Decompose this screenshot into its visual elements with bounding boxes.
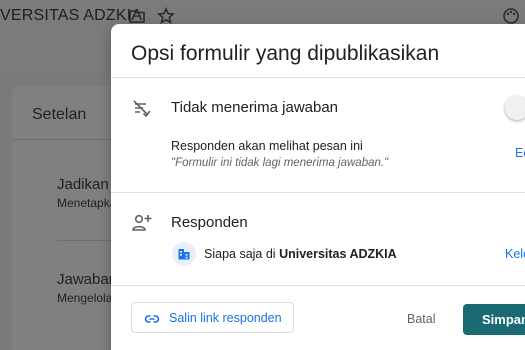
save-button[interactable]: Simpan [463, 304, 525, 335]
settings-item-subtitle: Menetapka [57, 196, 117, 210]
responders-scope-org: Universitas ADZKIA [279, 247, 397, 261]
domain-icon [178, 249, 190, 260]
edit-message-link[interactable]: Ec [515, 146, 525, 160]
settings-divider [12, 139, 112, 140]
star-icon[interactable] [156, 6, 176, 25]
divider [111, 77, 525, 78]
responders-scope-prefix: Siapa saja di [204, 247, 276, 261]
settings-title: Setelan [32, 106, 87, 123]
divider [111, 192, 525, 193]
add-person-icon [131, 212, 153, 234]
divider [111, 285, 525, 286]
link-icon [144, 315, 160, 323]
accept-responses-label: Tidak menerima jawaban [171, 99, 339, 116]
settings-item-title: Jawaban [57, 271, 118, 288]
accept-responses-toggle[interactable] [505, 94, 525, 122]
settings-item-title: Jadikan i [57, 176, 117, 193]
folder-icon[interactable] [128, 7, 146, 25]
toggle-thumb [505, 96, 525, 120]
responses-off-icon [131, 98, 153, 120]
responders-scope: Siapa saja di Universitas ADZKIA [204, 247, 397, 261]
manage-responders-link[interactable]: Kelo [505, 247, 525, 261]
responders-label: Responden [171, 214, 248, 231]
dialog-title: Opsi formulir yang dipublikasikan [131, 42, 440, 65]
closed-message-heading: Responden akan melihat pesan ini [171, 139, 363, 153]
copy-responder-link-label: Salin link responden [169, 311, 282, 325]
published-form-options-dialog: Opsi formulir yang dipublikasikan Tidak … [111, 24, 525, 350]
domain-badge [172, 242, 196, 266]
palette-icon[interactable] [502, 7, 520, 25]
closed-message-text: "Formulir ini tidak lagi menerima jawaba… [171, 157, 389, 169]
app-title: VERSITAS ADZKIA [0, 7, 143, 24]
settings-divider [57, 240, 117, 241]
copy-responder-link-button[interactable]: Salin link responden [131, 302, 294, 333]
cancel-button[interactable]: Batal [407, 312, 436, 326]
save-button-label: Simpan [482, 312, 525, 327]
settings-item-subtitle: Mengelola [57, 291, 113, 305]
